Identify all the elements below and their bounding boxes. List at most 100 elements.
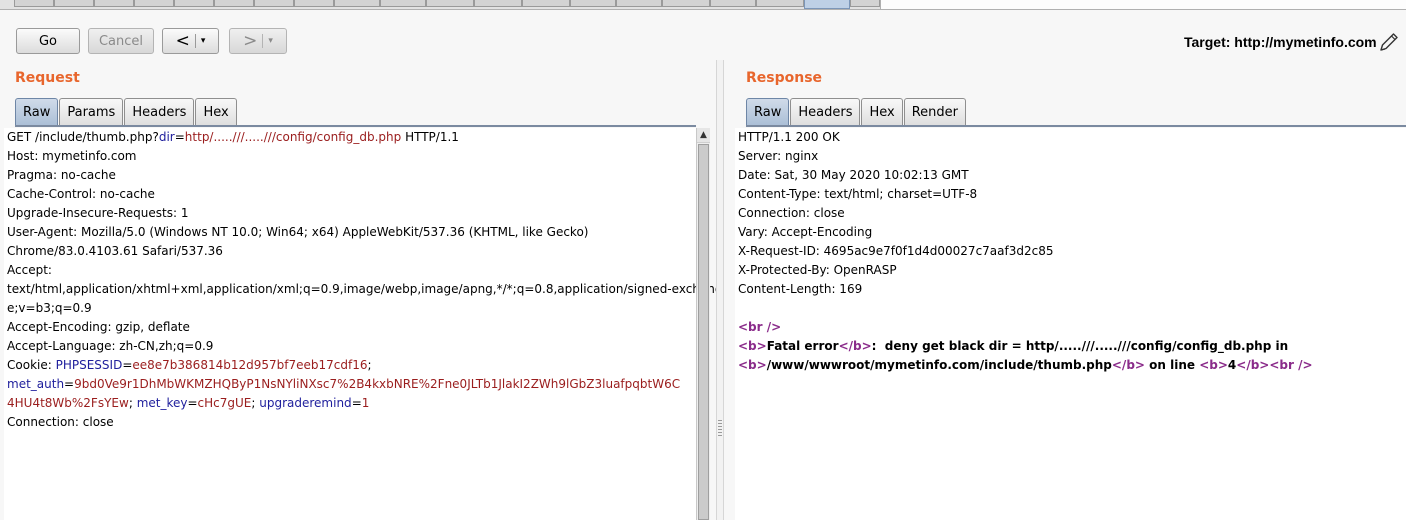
cancel-button[interactable]: Cancel	[88, 28, 154, 54]
top-tab[interactable]	[380, 0, 426, 7]
request-text-segment: Pragma: no-cache	[7, 168, 116, 182]
request-raw-editor[interactable]: GET /include/thumb.php?dir=http/.....///…	[4, 128, 722, 520]
request-text-segment: met_key	[136, 396, 188, 410]
response-text-segment: 4	[1227, 358, 1237, 372]
response-line: <b>/www/wwwroot/mymetinfo.com/include/th…	[735, 356, 1406, 375]
back-button[interactable]: < ▾	[162, 28, 219, 54]
top-tab[interactable]	[134, 0, 174, 7]
response-text-segment: </b>	[838, 339, 872, 353]
request-line: Cookie: PHPSESSID=ee8e7b386814b12d957bf7…	[4, 356, 696, 375]
response-tab-headers[interactable]: Headers	[790, 98, 861, 126]
top-tab[interactable]	[522, 0, 570, 7]
split-pane-divider[interactable]	[716, 60, 724, 520]
response-line: X-Protected-By: OpenRASP	[735, 261, 1406, 280]
request-line: Accept:	[4, 261, 696, 280]
request-text-segment: http/.....///.....///config/config_db.ph…	[184, 130, 402, 144]
scroll-up-arrow-icon[interactable]: ▲	[697, 128, 710, 143]
response-line: Date: Sat, 30 May 2020 10:02:13 GMT	[735, 166, 1406, 185]
request-text-segment: ;	[367, 358, 372, 372]
response-text-segment: Vary: Accept-Encoding	[738, 225, 873, 239]
request-text-segment: PHPSESSID	[55, 358, 123, 372]
response-line	[735, 299, 1406, 318]
request-line: Host: mymetinfo.com	[4, 147, 696, 166]
response-line: <b>Fatal error</b>: deny get black dir =…	[735, 337, 1406, 356]
button-separator	[194, 34, 196, 48]
request-text-segment: e;v=b3;q=0.9	[7, 301, 92, 315]
request-line: Upgrade-Insecure-Requests: 1	[4, 204, 696, 223]
pencil-icon[interactable]	[1377, 30, 1401, 54]
top-tab[interactable]	[616, 0, 662, 7]
top-tab[interactable]	[570, 0, 616, 7]
response-tab-render[interactable]: Render	[903, 98, 966, 126]
top-tab[interactable]	[662, 0, 710, 7]
request-line: 4HU4t8Wb%2FsYEw; met_key=cHc7gUE; upgrad…	[4, 394, 696, 413]
response-text-segment: <b>	[738, 339, 767, 353]
forward-button[interactable]: > ▾	[229, 28, 287, 54]
response-text-segment: X-Request-ID: 4695ac9e7f0f1d4d00027c7aaf…	[738, 244, 1054, 258]
request-text-segment: Accept-Language: zh-CN,zh;q=0.9	[7, 339, 214, 353]
back-arrow-icon: <	[175, 30, 190, 51]
request-line: Cache-Control: no-cache	[4, 185, 696, 204]
response-text-segment: Fatal error	[766, 339, 839, 353]
response-tab-raw[interactable]: Raw	[746, 98, 790, 126]
top-tab[interactable]	[474, 0, 522, 7]
divider-grip-icon[interactable]	[718, 420, 722, 438]
response-tab-hex[interactable]: Hex	[861, 98, 903, 126]
top-tab[interactable]	[850, 0, 880, 7]
response-text-segment: <b>	[1199, 358, 1228, 372]
go-button[interactable]: Go	[16, 28, 80, 54]
response-line: Content-Type: text/html; charset=UTF-8	[735, 185, 1406, 204]
response-line: Content-Length: 169	[735, 280, 1406, 299]
top-tab[interactable]	[174, 0, 214, 7]
response-text-segment: X-Protected-By: OpenRASP	[738, 263, 897, 277]
response-line: Connection: close	[735, 204, 1406, 223]
request-scrollbar[interactable]: ▲	[696, 128, 710, 520]
top-tab[interactable]	[54, 0, 94, 7]
request-line: Chrome/83.0.4103.61 Safari/537.36	[4, 242, 696, 261]
request-line: User-Agent: Mozilla/5.0 (Windows NT 10.0…	[4, 223, 696, 242]
request-line: e;v=b3;q=0.9	[4, 299, 696, 318]
response-line: Server: nginx	[735, 147, 1406, 166]
request-line: GET /include/thumb.php?dir=http/.....///…	[4, 128, 696, 147]
request-text-segment: =	[351, 396, 362, 410]
request-tab-headers[interactable]: Headers	[124, 98, 195, 126]
response-text-segment: Content-Length: 169	[738, 282, 863, 296]
response-line: X-Request-ID: 4695ac9e7f0f1d4d00027c7aaf…	[735, 242, 1406, 261]
back-dropdown-icon[interactable]: ▾	[201, 36, 206, 46]
top-tab[interactable]	[94, 0, 134, 7]
request-text-segment: Accept-Encoding: gzip, deflate	[7, 320, 190, 334]
request-text-segment: =	[187, 396, 198, 410]
forward-dropdown-icon[interactable]: ▾	[268, 36, 273, 46]
request-text-segment: cHc7gUE	[197, 396, 252, 410]
top-tab[interactable]	[254, 0, 294, 7]
request-text-segment: ;	[128, 396, 137, 410]
top-tab[interactable]	[294, 0, 334, 7]
top-strip-empty	[880, 0, 1406, 9]
response-text-segment: <br />	[738, 320, 782, 334]
request-tab-hex[interactable]: Hex	[195, 98, 237, 126]
response-text-segment: </b>	[1111, 358, 1145, 372]
request-line: Connection: close	[4, 413, 696, 432]
top-tab[interactable]	[334, 0, 380, 7]
request-tab-raw[interactable]: Raw	[15, 98, 59, 126]
request-text-segment: Accept:	[7, 263, 52, 277]
request-tab-params[interactable]: Params	[59, 98, 124, 126]
top-tab[interactable]	[710, 0, 756, 7]
request-text-segment: =	[174, 130, 185, 144]
request-text-segment: Cookie:	[7, 358, 56, 372]
response-text-segment: <br />	[1269, 358, 1313, 372]
top-tab[interactable]	[756, 0, 804, 7]
scrollbar-thumb[interactable]	[698, 144, 709, 520]
request-text-segment: Host: mymetinfo.com	[7, 149, 137, 163]
request-text-segment: ee8e7b386814b12d957bf7eeb17cdf16	[132, 358, 368, 372]
response-text-segment: <b>	[738, 358, 767, 372]
request-text-segment: Cache-Control: no-cache	[7, 187, 155, 201]
top-tab[interactable]	[426, 0, 474, 7]
top-tab[interactable]	[14, 0, 54, 7]
top-tab[interactable]	[214, 0, 254, 7]
top-tab-active[interactable]	[804, 0, 850, 9]
request-line: met_auth=9bd0Ve9r1DhMbWKMZHQByP1NsNYliNX…	[4, 375, 696, 394]
request-title: Request	[15, 70, 80, 86]
target-label: Target: http://mymetinfo.com	[1184, 34, 1377, 50]
response-text-segment: HTTP/1.1 200 OK	[738, 130, 840, 144]
